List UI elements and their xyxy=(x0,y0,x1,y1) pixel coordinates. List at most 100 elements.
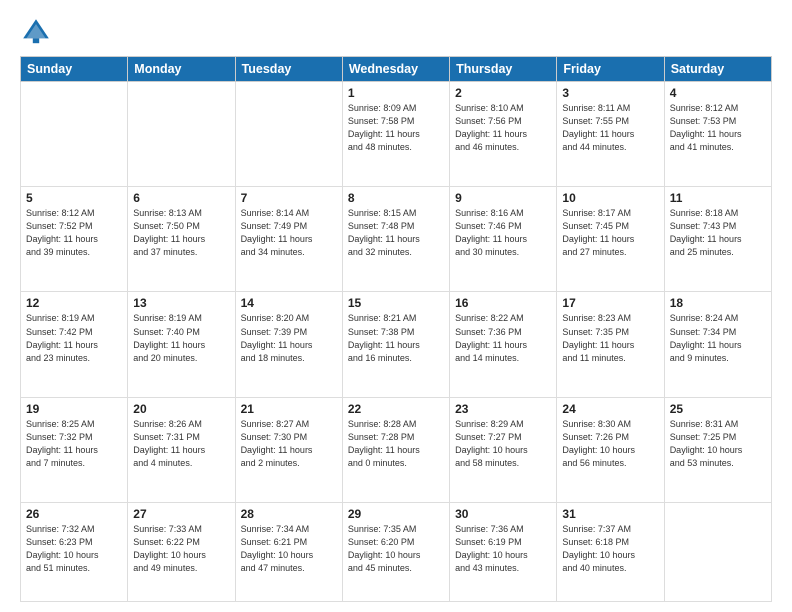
day-number: 16 xyxy=(455,296,551,310)
page: SundayMondayTuesdayWednesdayThursdayFrid… xyxy=(0,0,792,612)
calendar-cell: 19 Sunrise: 8:25 AM Sunset: 7:32 PM Dayli… xyxy=(21,397,128,502)
day-info: Sunrise: 7:37 AM Sunset: 6:18 PM Dayligh… xyxy=(562,523,658,575)
calendar-cell xyxy=(235,82,342,187)
calendar-week-row: 12 Sunrise: 8:19 AM Sunset: 7:42 PM Dayli… xyxy=(21,292,772,397)
calendar-cell: 1 Sunrise: 8:09 AM Sunset: 7:58 PM Daylig… xyxy=(342,82,449,187)
day-number: 28 xyxy=(241,507,337,521)
calendar-cell: 31Sunrise: 7:37 AM Sunset: 6:18 PM Dayli… xyxy=(557,502,664,601)
day-number: 29 xyxy=(348,507,444,521)
day-info: Sunrise: 8:19 AM Sunset: 7:40 PM Dayligh… xyxy=(133,312,229,364)
calendar-cell: 2Sunrise: 8:10 AM Sunset: 7:56 PM Daylig… xyxy=(450,82,557,187)
day-info: Sunrise: 8:18 AM Sunset: 7:43 PM Dayligh… xyxy=(670,207,766,259)
day-number: 14 xyxy=(241,296,337,310)
day-number: 17 xyxy=(562,296,658,310)
day-info: Sunrise: 8:11 AM Sunset: 7:55 PM Dayligh… xyxy=(562,102,658,154)
day-number: 8 xyxy=(348,191,444,205)
day-number: 6 xyxy=(133,191,229,205)
day-info: Sunrise: 8:27 AM Sunset: 7:30 PM Dayligh… xyxy=(241,418,337,470)
day-number: 18 xyxy=(670,296,766,310)
column-header-monday: Monday xyxy=(128,57,235,82)
day-number: 3 xyxy=(562,86,658,100)
day-number: 11 xyxy=(670,191,766,205)
day-info: Sunrise: 8:15 AM Sunset: 7:48 PM Dayligh… xyxy=(348,207,444,259)
day-info: Sunrise: 8:16 AM Sunset: 7:46 PM Dayligh… xyxy=(455,207,551,259)
day-number: 12 xyxy=(26,296,122,310)
day-number: 5 xyxy=(26,191,122,205)
day-number: 24 xyxy=(562,402,658,416)
day-info: Sunrise: 8:12 AM Sunset: 7:52 PM Dayligh… xyxy=(26,207,122,259)
day-number: 25 xyxy=(670,402,766,416)
calendar-cell: 4 Sunrise: 8:12 AM Sunset: 7:53 PM Daylig… xyxy=(664,82,771,187)
calendar-cell: 18Sunrise: 8:24 AM Sunset: 7:34 PM Dayli… xyxy=(664,292,771,397)
calendar-week-row: 5 Sunrise: 8:12 AM Sunset: 7:52 PM Daylig… xyxy=(21,187,772,292)
calendar-cell: 21 Sunrise: 8:27 AM Sunset: 7:30 PM Dayli… xyxy=(235,397,342,502)
calendar-header-row: SundayMondayTuesdayWednesdayThursdayFrid… xyxy=(21,57,772,82)
calendar-cell: 27 Sunrise: 7:33 AM Sunset: 6:22 PM Dayli… xyxy=(128,502,235,601)
column-header-wednesday: Wednesday xyxy=(342,57,449,82)
day-info: Sunrise: 7:34 AM Sunset: 6:21 PM Dayligh… xyxy=(241,523,337,575)
day-number: 27 xyxy=(133,507,229,521)
calendar-cell: 10 Sunrise: 8:17 AM Sunset: 7:45 PM Dayli… xyxy=(557,187,664,292)
day-info: Sunrise: 7:33 AM Sunset: 6:22 PM Dayligh… xyxy=(133,523,229,575)
day-number: 23 xyxy=(455,402,551,416)
calendar-cell: 8 Sunrise: 8:15 AM Sunset: 7:48 PM Daylig… xyxy=(342,187,449,292)
calendar-cell: 22 Sunrise: 8:28 AM Sunset: 7:28 PM Dayli… xyxy=(342,397,449,502)
day-info: Sunrise: 8:31 AM Sunset: 7:25 PM Dayligh… xyxy=(670,418,766,470)
calendar-cell xyxy=(664,502,771,601)
column-header-thursday: Thursday xyxy=(450,57,557,82)
day-info: Sunrise: 8:23 AM Sunset: 7:35 PM Dayligh… xyxy=(562,312,658,364)
day-info: Sunrise: 8:19 AM Sunset: 7:42 PM Dayligh… xyxy=(26,312,122,364)
day-number: 2 xyxy=(455,86,551,100)
day-info: Sunrise: 8:09 AM Sunset: 7:58 PM Dayligh… xyxy=(348,102,444,154)
day-info: Sunrise: 8:17 AM Sunset: 7:45 PM Dayligh… xyxy=(562,207,658,259)
calendar-cell: 26Sunrise: 7:32 AM Sunset: 6:23 PM Dayli… xyxy=(21,502,128,601)
calendar-cell xyxy=(21,82,128,187)
calendar-cell: 13 Sunrise: 8:19 AM Sunset: 7:40 PM Dayli… xyxy=(128,292,235,397)
day-number: 1 xyxy=(348,86,444,100)
calendar-cell: 6 Sunrise: 8:13 AM Sunset: 7:50 PM Daylig… xyxy=(128,187,235,292)
day-info: Sunrise: 8:13 AM Sunset: 7:50 PM Dayligh… xyxy=(133,207,229,259)
column-header-sunday: Sunday xyxy=(21,57,128,82)
day-info: Sunrise: 8:21 AM Sunset: 7:38 PM Dayligh… xyxy=(348,312,444,364)
day-number: 9 xyxy=(455,191,551,205)
calendar-cell: 17 Sunrise: 8:23 AM Sunset: 7:35 PM Dayli… xyxy=(557,292,664,397)
calendar-cell: 25 Sunrise: 8:31 AM Sunset: 7:25 PM Dayli… xyxy=(664,397,771,502)
calendar-cell: 20 Sunrise: 8:26 AM Sunset: 7:31 PM Dayli… xyxy=(128,397,235,502)
day-info: Sunrise: 7:32 AM Sunset: 6:23 PM Dayligh… xyxy=(26,523,122,575)
logo-icon xyxy=(20,16,52,48)
calendar-cell: 9 Sunrise: 8:16 AM Sunset: 7:46 PM Daylig… xyxy=(450,187,557,292)
calendar-cell: 15Sunrise: 8:21 AM Sunset: 7:38 PM Dayli… xyxy=(342,292,449,397)
day-number: 10 xyxy=(562,191,658,205)
calendar-cell: 14 Sunrise: 8:20 AM Sunset: 7:39 PM Dayli… xyxy=(235,292,342,397)
day-number: 19 xyxy=(26,402,122,416)
day-info: Sunrise: 8:20 AM Sunset: 7:39 PM Dayligh… xyxy=(241,312,337,364)
calendar-cell: 24 Sunrise: 8:30 AM Sunset: 7:26 PM Dayli… xyxy=(557,397,664,502)
calendar-cell: 5 Sunrise: 8:12 AM Sunset: 7:52 PM Daylig… xyxy=(21,187,128,292)
calendar-cell: 12 Sunrise: 8:19 AM Sunset: 7:42 PM Dayli… xyxy=(21,292,128,397)
day-number: 13 xyxy=(133,296,229,310)
day-info: Sunrise: 8:26 AM Sunset: 7:31 PM Dayligh… xyxy=(133,418,229,470)
calendar-cell: 16 Sunrise: 8:22 AM Sunset: 7:36 PM Dayli… xyxy=(450,292,557,397)
day-info: Sunrise: 8:25 AM Sunset: 7:32 PM Dayligh… xyxy=(26,418,122,470)
column-header-saturday: Saturday xyxy=(664,57,771,82)
day-number: 20 xyxy=(133,402,229,416)
day-info: Sunrise: 7:36 AM Sunset: 6:19 PM Dayligh… xyxy=(455,523,551,575)
calendar-cell: 23 Sunrise: 8:29 AM Sunset: 7:27 PM Dayli… xyxy=(450,397,557,502)
calendar-cell: 11 Sunrise: 8:18 AM Sunset: 7:43 PM Dayli… xyxy=(664,187,771,292)
day-info: Sunrise: 8:30 AM Sunset: 7:26 PM Dayligh… xyxy=(562,418,658,470)
column-header-tuesday: Tuesday xyxy=(235,57,342,82)
calendar-cell: 3 Sunrise: 8:11 AM Sunset: 7:55 PM Daylig… xyxy=(557,82,664,187)
calendar-cell: 30Sunrise: 7:36 AM Sunset: 6:19 PM Dayli… xyxy=(450,502,557,601)
day-info: Sunrise: 8:22 AM Sunset: 7:36 PM Dayligh… xyxy=(455,312,551,364)
day-number: 7 xyxy=(241,191,337,205)
day-info: Sunrise: 8:12 AM Sunset: 7:53 PM Dayligh… xyxy=(670,102,766,154)
day-info: Sunrise: 8:29 AM Sunset: 7:27 PM Dayligh… xyxy=(455,418,551,470)
day-info: Sunrise: 8:14 AM Sunset: 7:49 PM Dayligh… xyxy=(241,207,337,259)
day-number: 4 xyxy=(670,86,766,100)
day-number: 21 xyxy=(241,402,337,416)
day-info: Sunrise: 8:28 AM Sunset: 7:28 PM Dayligh… xyxy=(348,418,444,470)
calendar-table: SundayMondayTuesdayWednesdayThursdayFrid… xyxy=(20,56,772,602)
day-number: 22 xyxy=(348,402,444,416)
day-info: Sunrise: 7:35 AM Sunset: 6:20 PM Dayligh… xyxy=(348,523,444,575)
calendar-cell: 29 Sunrise: 7:35 AM Sunset: 6:20 PM Dayli… xyxy=(342,502,449,601)
